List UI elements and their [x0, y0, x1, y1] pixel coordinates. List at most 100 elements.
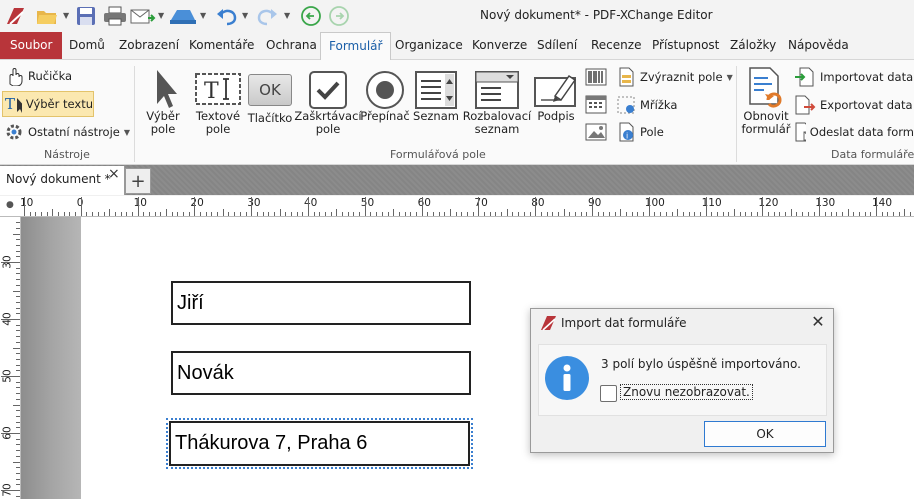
dialog-close-icon[interactable]: ✕	[809, 313, 827, 331]
menu-formular[interactable]: Formulář	[320, 32, 392, 61]
ruler-tick	[671, 212, 673, 216]
tab-close-icon[interactable]: ×	[108, 166, 120, 182]
menu-organizace[interactable]: Organizace	[387, 32, 471, 59]
menu-zalozky[interactable]: Záložky	[722, 32, 784, 59]
vertical-ruler: 30 40 50 60 70	[0, 217, 21, 499]
menu-domu[interactable]: Domů	[61, 32, 113, 59]
ruler-tick	[841, 212, 843, 216]
open-dropdown-icon[interactable]: ▼	[63, 11, 69, 20]
email-icon[interactable]	[130, 5, 156, 27]
email-dropdown-icon[interactable]: ▼	[158, 11, 164, 20]
undo-icon[interactable]	[214, 5, 240, 27]
menu-zobrazeni[interactable]: Zobrazení	[111, 32, 187, 59]
export-data-button[interactable]: Exportovat data	[794, 95, 914, 115]
import-data-button[interactable]: Importovat data	[794, 67, 914, 87]
ruler-tick	[16, 284, 20, 286]
barcode-field-button[interactable]	[585, 68, 607, 86]
ok-button-icon: OK	[248, 74, 292, 106]
select-text-button[interactable]: T Výběr textu	[2, 91, 94, 117]
button-field-button[interactable]: OK Tlačítko	[246, 70, 294, 125]
select-field-button[interactable]: Výběr pole	[140, 66, 186, 136]
radio-field-button[interactable]: Přepínač	[360, 70, 410, 123]
ruler-tick	[46, 212, 48, 216]
ruler-tick	[75, 212, 77, 216]
form-field-address[interactable]: Thákurova 7, Praha 6	[166, 418, 473, 469]
signature-field-button[interactable]: Podpis	[532, 68, 580, 123]
text-field-button[interactable]: T Textové pole	[192, 70, 244, 136]
menu-recenze[interactable]: Recenze	[583, 32, 649, 59]
ruler-tick	[16, 273, 20, 275]
menu-konverze[interactable]: Konverze	[464, 32, 535, 59]
signature-pen-icon	[534, 74, 577, 107]
dont-show-again-label[interactable]: Znovu nezobrazovat.	[620, 384, 753, 400]
open-folder-icon[interactable]	[34, 5, 60, 27]
menu-napoveda[interactable]: Nápověda	[780, 32, 857, 59]
ruler-label: 30	[247, 197, 261, 209]
ok-button[interactable]: OK	[704, 421, 826, 447]
ruler-tick	[16, 381, 20, 383]
tab-document[interactable]: Nový dokument * ×	[0, 166, 125, 195]
list-field-button[interactable]: Seznam	[412, 70, 460, 123]
ruler-tick	[682, 212, 684, 216]
checkbox-field-button[interactable]: Zaškrtávací pole	[294, 70, 362, 136]
ruler-tick	[279, 209, 281, 216]
menu-sdileni[interactable]: Sdílení	[529, 32, 585, 59]
other-tools-button[interactable]: Ostatní nástroje ▼	[4, 122, 132, 142]
submit-data-button[interactable]: Odeslat data form	[794, 122, 914, 142]
scan-icon[interactable]	[168, 5, 198, 27]
forward-icon[interactable]	[326, 5, 352, 27]
ruler-tick	[444, 212, 446, 216]
dont-show-again-checkbox[interactable]	[600, 385, 617, 402]
form-field-first-name[interactable]: Jiří	[171, 281, 471, 325]
ruler-tick	[143, 212, 145, 216]
menu-soubor[interactable]: Soubor	[0, 32, 63, 59]
ruler-tick	[904, 209, 906, 216]
menu-pristupnost[interactable]: Přístupnost	[644, 32, 727, 59]
combo-box-icon	[475, 71, 519, 109]
new-tab-button[interactable]: +	[125, 168, 151, 194]
form-field-last-name[interactable]: Novák	[171, 351, 471, 395]
ruler-tick	[893, 212, 895, 216]
hand-tool-button[interactable]: Ručička	[4, 66, 124, 86]
undo-dropdown-icon[interactable]: ▼	[242, 11, 248, 20]
ok-icon-text: OK	[259, 80, 281, 99]
button-field-label: Tlačítko	[247, 111, 293, 125]
ruler-tick	[353, 212, 355, 216]
highlight-fields-button[interactable]: Zvýraznit pole ▼	[616, 67, 736, 87]
date-field-button[interactable]	[585, 94, 607, 114]
redo-dropdown-icon[interactable]: ▼	[284, 11, 290, 20]
scan-dropdown-icon[interactable]: ▼	[200, 11, 206, 20]
grid-button[interactable]: Mřížka	[616, 95, 716, 115]
dialog-title: Import dat formuláře	[561, 316, 687, 330]
ruler-tick	[16, 450, 20, 452]
ruler-tick	[154, 212, 156, 216]
ruler-tick	[97, 212, 99, 216]
save-icon[interactable]	[74, 5, 98, 27]
ruler-tick	[779, 212, 781, 216]
ruler-tick	[455, 212, 457, 216]
redo-icon[interactable]	[254, 5, 280, 27]
image-field-button[interactable]	[585, 122, 607, 142]
ruler-tick	[427, 212, 429, 216]
ruler-tick	[467, 212, 469, 216]
divider	[736, 66, 737, 162]
ruler-tick	[16, 301, 20, 303]
ruler-tick	[1, 376, 20, 377]
menu-komentare[interactable]: Komentáře	[181, 32, 262, 59]
ruler-tick	[290, 212, 292, 216]
hand-icon	[9, 68, 23, 86]
print-icon[interactable]	[102, 5, 128, 27]
ruler-tick	[69, 212, 71, 216]
highlight-fields-icon	[619, 67, 634, 87]
reset-form-button[interactable]: Obnovit formulář	[738, 66, 794, 136]
fields-button[interactable]: i Pole	[616, 122, 716, 142]
ruler-tick	[16, 267, 20, 269]
ruler-tick	[620, 209, 622, 216]
back-icon[interactable]	[298, 5, 324, 27]
ruler-tick	[853, 212, 855, 216]
ruler-label: 80	[531, 197, 545, 209]
ruler-corner-icon: ●	[6, 200, 14, 210]
submit-data-label: Odeslat data form	[809, 125, 914, 139]
menu-ochrana[interactable]: Ochrana	[258, 32, 325, 59]
dropdown-field-button[interactable]: Rozbalovací seznam	[462, 70, 532, 136]
